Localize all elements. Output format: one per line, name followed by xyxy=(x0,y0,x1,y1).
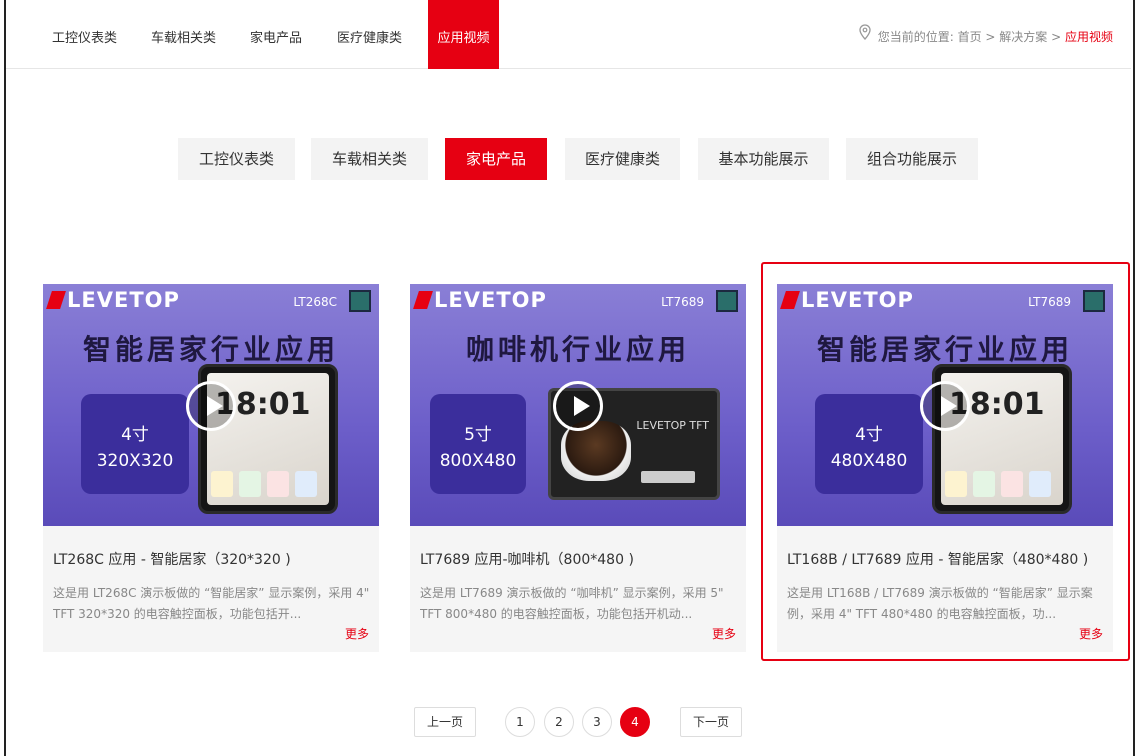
breadcrumb-prefix: 您当前的位置: xyxy=(877,30,954,44)
tab-medical[interactable]: 医疗健康类 xyxy=(565,138,680,180)
thumb-model-label: LT7689 xyxy=(661,295,704,309)
video-card[interactable]: LEVETOP LT268C 智能居家行业应用 4寸 320X320 18:01… xyxy=(43,284,379,652)
breadcrumb-home-link[interactable]: 首页 xyxy=(958,30,982,44)
breadcrumb-current: 应用视频 xyxy=(1064,30,1113,44)
selection-highlight xyxy=(761,262,1130,661)
page-number-current[interactable]: 4 xyxy=(620,707,650,737)
nav-item-industrial[interactable]: 工控仪表类 xyxy=(52,0,117,69)
tab-industrial[interactable]: 工控仪表类 xyxy=(178,138,295,180)
page-number[interactable]: 3 xyxy=(582,707,612,737)
play-icon[interactable] xyxy=(553,381,603,431)
nav-item-medical[interactable]: 医疗健康类 xyxy=(337,0,402,69)
qr-code-icon xyxy=(716,290,738,312)
nav-item-appliance[interactable]: 家电产品 xyxy=(250,0,302,69)
breadcrumb-section-link[interactable]: 解决方案 xyxy=(999,30,1047,44)
breadcrumb: 您当前的位置: 首页 > 解决方案 > 应用视频 xyxy=(858,0,1113,69)
prev-page-button[interactable]: 上一页 xyxy=(414,707,476,737)
video-thumbnail[interactable]: LEVETOP LT268C 智能居家行业应用 4寸 320X320 18:01 xyxy=(43,284,379,526)
thumb-size-box: 5寸 800X480 xyxy=(430,394,526,494)
breadcrumb-separator: > xyxy=(981,30,1000,44)
video-thumbnail[interactable]: LEVETOP LT7689 咖啡机行业应用 5寸 800X480 LEVETO… xyxy=(410,284,746,526)
tab-automotive[interactable]: 车载相关类 xyxy=(311,138,428,180)
thumb-size-box: 4寸 320X320 xyxy=(81,394,189,494)
play-icon[interactable] xyxy=(186,381,236,431)
card-description: 这是用 LT268C 演示板做的 “智能居家” 显示案例，采用 4" TFT 3… xyxy=(53,586,370,621)
page-number[interactable]: 1 xyxy=(505,707,535,737)
more-link[interactable]: 更多 xyxy=(712,625,736,642)
page-number[interactable]: 2 xyxy=(544,707,574,737)
next-page-button[interactable]: 下一页 xyxy=(680,707,742,737)
qr-code-icon xyxy=(349,290,371,312)
more-link[interactable]: 更多 xyxy=(345,625,369,642)
tab-appliance[interactable]: 家电产品 xyxy=(445,138,547,180)
tab-basic-functions[interactable]: 基本功能展示 xyxy=(698,138,829,180)
breadcrumb-separator: > xyxy=(1047,30,1065,44)
nav-item-automotive[interactable]: 车载相关类 xyxy=(151,0,216,69)
thumb-headline: 智能居家行业应用 xyxy=(82,333,339,366)
levetop-logo: LEVETOP xyxy=(46,288,180,314)
tab-combined-functions[interactable]: 组合功能展示 xyxy=(846,138,978,180)
thumb-headline: 咖啡机行业应用 xyxy=(465,333,690,366)
card-description: 这是用 LT7689 演示板做的 “咖啡机” 显示案例，采用 5" TFT 80… xyxy=(420,586,724,621)
card-title[interactable]: LT7689 应用-咖啡机（800*480 ) xyxy=(420,549,634,569)
nav-item-app-video[interactable]: 应用视频 xyxy=(428,0,499,69)
video-card[interactable]: LEVETOP LT7689 咖啡机行业应用 5寸 800X480 LEVETO… xyxy=(410,284,746,652)
location-pin-icon xyxy=(858,0,872,73)
levetop-logo: LEVETOP xyxy=(413,288,547,314)
card-title[interactable]: LT268C 应用 - 智能居家（320*320 ) xyxy=(53,549,291,569)
top-nav: 工控仪表类 车载相关类 家电产品 医疗健康类 应用视频 您当前的位置: 首页 >… xyxy=(6,0,1131,69)
thumb-model-label: LT268C xyxy=(293,295,337,309)
